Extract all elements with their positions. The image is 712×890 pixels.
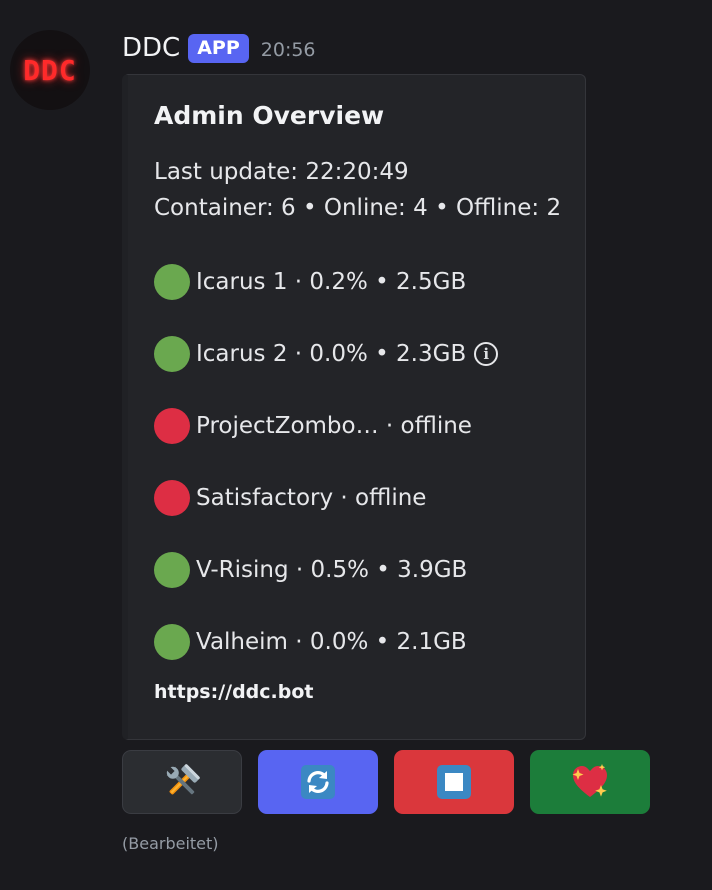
embed-title: Admin Overview xyxy=(154,101,385,130)
stop-icon xyxy=(437,765,471,799)
server-status-text: Icarus 2 · 0.0% • 2.3GB xyxy=(196,341,467,367)
server-row: ProjectZombo… · offline xyxy=(154,407,472,445)
stop-button[interactable] xyxy=(394,750,514,814)
server-row: Icarus 1 · 0.2% • 2.5GB xyxy=(154,263,466,301)
status-offline-icon xyxy=(154,408,190,444)
last-update-text: Last update: 22:20:49 xyxy=(154,159,409,185)
admin-overview-embed: Admin Overview Last update: 22:20:49 Con… xyxy=(122,74,586,740)
server-status-text: ProjectZombo… · offline xyxy=(196,413,472,439)
embed-footer: https://ddc.bot xyxy=(154,681,314,703)
container-summary: Container: 6 • Online: 4 • Offline: 2 xyxy=(154,195,562,221)
status-online-icon xyxy=(154,336,190,372)
server-status-text: V-Rising · 0.5% • 3.9GB xyxy=(196,557,468,583)
edited-label: (Bearbeitet) xyxy=(122,834,219,853)
message-timestamp[interactable]: 20:56 xyxy=(261,39,316,61)
bot-username[interactable]: DDC xyxy=(122,33,180,63)
status-offline-icon xyxy=(154,480,190,516)
server-status-text: Icarus 1 · 0.2% • 2.5GB xyxy=(196,269,467,295)
server-row: V-Rising · 0.5% • 3.9GB xyxy=(154,551,467,589)
server-row: Satisfactory · offline xyxy=(154,479,426,517)
bot-avatar[interactable]: DDC xyxy=(10,30,90,110)
status-online-icon xyxy=(154,552,190,588)
donate-button[interactable] xyxy=(530,750,650,814)
refresh-button[interactable] xyxy=(258,750,378,814)
message-header: DDC APP 20:56 xyxy=(122,30,316,66)
sparkling-heart-icon xyxy=(572,764,607,797)
server-row: Valheim · 0.0% • 2.1GB xyxy=(154,623,467,661)
server-status-text: Satisfactory · offline xyxy=(196,485,427,511)
server-status-text: Valheim · 0.0% • 2.1GB xyxy=(196,629,467,655)
status-online-icon xyxy=(154,264,190,300)
server-row: Icarus 2 · 0.0% • 2.3GB i xyxy=(154,335,499,373)
bot-message: DDC DDC APP 20:56 Admin Overview Last up… xyxy=(0,0,712,890)
app-badge: APP xyxy=(188,33,249,63)
avatar-logo-text: DDC xyxy=(23,53,77,87)
info-icon: i xyxy=(474,342,499,366)
refresh-icon xyxy=(301,765,335,799)
status-online-icon xyxy=(154,624,190,660)
tools-icon xyxy=(166,764,200,795)
tools-button[interactable] xyxy=(122,750,242,814)
